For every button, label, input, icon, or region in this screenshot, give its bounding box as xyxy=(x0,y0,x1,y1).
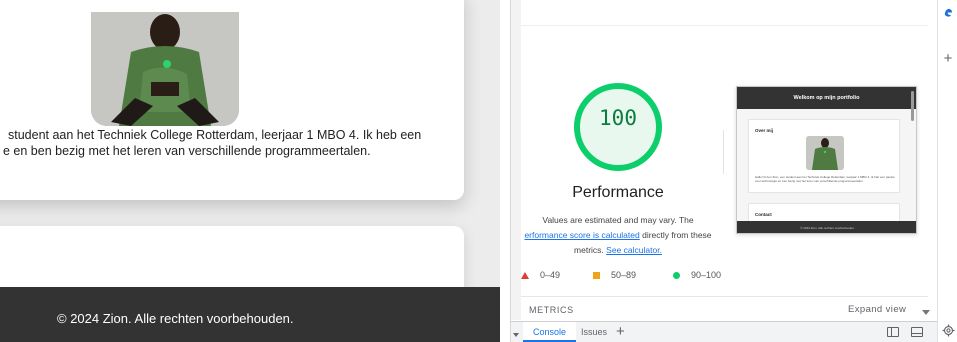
add-tab-button[interactable]: + xyxy=(616,322,625,342)
score-description: Values are estimated and may vary. The e… xyxy=(511,213,725,258)
chevron-down-icon[interactable] xyxy=(513,333,519,337)
intro-line-1: student aan het Techniek College Rotterd… xyxy=(8,128,422,142)
legend-good: 90–100 xyxy=(673,270,721,280)
desc-line-2-rest: directly from these xyxy=(639,230,712,240)
gear-icon[interactable] xyxy=(942,324,955,337)
metrics-heading: METRICS xyxy=(529,305,574,315)
scroll-down-arrow-icon[interactable] xyxy=(922,310,930,315)
profile-photo-image xyxy=(91,12,239,126)
legend-poor: 0–49 xyxy=(521,270,560,280)
legend-average: 50–89 xyxy=(593,270,636,280)
profile-photo xyxy=(91,12,239,126)
thumb-photo xyxy=(806,136,844,170)
expand-view-toggle[interactable]: Expand view xyxy=(848,304,906,315)
performance-score: 100 xyxy=(599,106,637,130)
dock-side-icon[interactable] xyxy=(887,327,899,337)
square-icon xyxy=(593,271,600,279)
triangle-icon xyxy=(521,271,529,279)
legend-average-range: 50–89 xyxy=(611,270,637,280)
desc-line-3-prefix: metrics. xyxy=(574,245,607,255)
devtools-drawer: Console Issues + xyxy=(511,321,938,342)
edge-logo-icon[interactable] xyxy=(944,8,953,17)
panel-resize-track[interactable] xyxy=(511,0,521,320)
report-top-band xyxy=(521,0,928,26)
about-card: student aan het Techniek College Rotterd… xyxy=(0,0,464,200)
thumb-contact-title: Contact xyxy=(755,212,772,217)
dock-bottom-icon[interactable] xyxy=(911,327,923,337)
thumb-header: Welkom op mijn portfolio xyxy=(737,87,916,109)
tab-console[interactable]: Console xyxy=(523,322,577,342)
see-calculator-link[interactable]: See calculator. xyxy=(606,245,662,255)
desc-line-3: metrics. See calculator. xyxy=(511,243,725,258)
thumb-about-text: Hallo! Ik ben Zion, een student aan het … xyxy=(755,175,895,183)
footer-text: © 2024 Zion. Alle rechten voorbehouden. xyxy=(57,311,294,326)
browser-sidebar: + xyxy=(937,0,957,342)
divider xyxy=(723,130,724,174)
site-footer: © 2024 Zion. Alle rechten voorbehouden. xyxy=(0,287,500,342)
score-calculated-link[interactable]: erformance score is calculated xyxy=(524,230,639,240)
thumb-photo-image xyxy=(806,136,844,170)
thumb-footer: © 2024 Zion. Alle rechten voorbehouden. xyxy=(737,221,916,233)
intro-line-2: e en ben bezig met het leren van verschi… xyxy=(3,144,371,158)
metrics-separator xyxy=(521,296,928,297)
add-sidebar-app-button[interactable]: + xyxy=(942,50,954,67)
thumb-about-title: Over mij xyxy=(755,128,774,133)
circle-icon xyxy=(673,271,680,279)
category-title: Performance xyxy=(572,184,664,201)
website-preview: student aan het Techniek College Rotterd… xyxy=(0,0,500,342)
tab-issues[interactable]: Issues xyxy=(581,322,607,342)
thumb-about-card: Over mij Hallo! Ik ben Zion, een student… xyxy=(748,119,900,193)
devtools-panel: 100 Performance Values are estimated and… xyxy=(510,0,938,342)
final-screenshot-thumbnail[interactable]: Welkom op mijn portfolio Over mij Hallo!… xyxy=(736,86,917,234)
desc-line-1: Values are estimated and may vary. The xyxy=(542,215,694,225)
desc-line-2: erformance score is calculated directly … xyxy=(511,228,725,243)
legend-good-range: 90–100 xyxy=(691,270,722,280)
thumb-scrollbar xyxy=(911,91,914,121)
legend-poor-range: 0–49 xyxy=(540,270,561,280)
